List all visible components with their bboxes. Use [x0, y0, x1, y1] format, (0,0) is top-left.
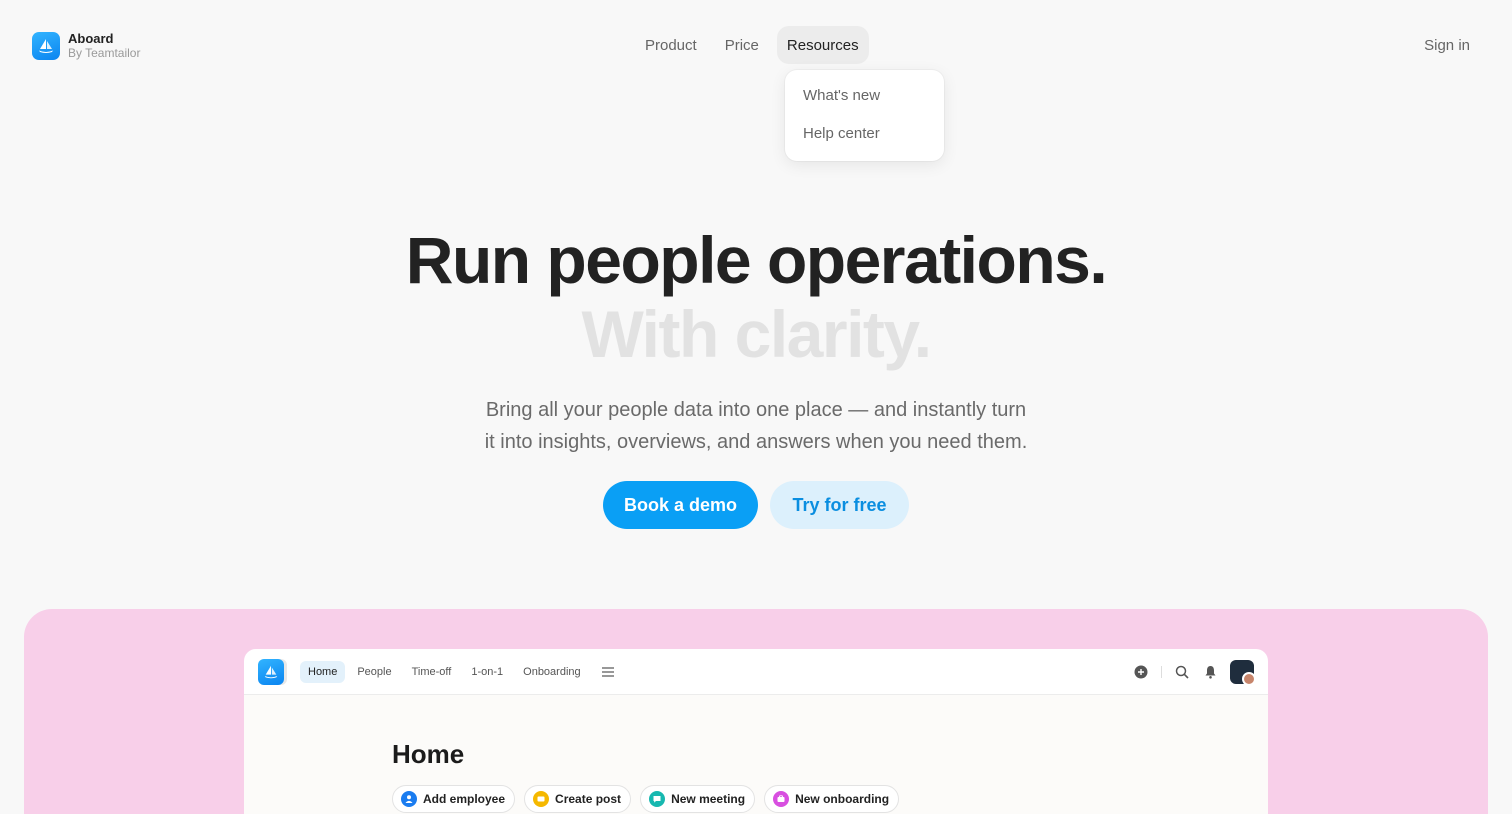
app-logo-icon[interactable]	[258, 658, 284, 685]
hero-subtitle: Bring all your people data into one plac…	[0, 394, 1512, 458]
brand-subtitle: By Teamtailor	[68, 46, 141, 60]
brand-name: Aboard	[68, 31, 114, 46]
hero-cta-group: Book a demo Try for free	[0, 481, 1512, 529]
app-home-content: Home Add employee Create post New meetin…	[244, 695, 1268, 814]
bell-icon[interactable]	[1202, 664, 1218, 680]
app-tab-time-off[interactable]: Time-off	[404, 661, 460, 683]
hero-title-faded: With clarity.	[581, 297, 932, 371]
app-tab-home[interactable]: Home	[300, 660, 346, 683]
sailboat-logo-icon	[32, 32, 60, 60]
sign-in-link[interactable]: Sign in	[1424, 37, 1470, 54]
search-icon[interactable]	[1174, 664, 1190, 680]
add-employee-label: Add employee	[423, 792, 506, 806]
try-free-button[interactable]: Try for free	[770, 481, 909, 529]
new-meeting-button[interactable]: New meeting	[640, 785, 756, 813]
dropdown-item-whats-new[interactable]: What's new	[803, 86, 926, 106]
create-post-label: Create post	[555, 792, 622, 806]
book-demo-button[interactable]: Book a demo	[603, 481, 758, 529]
hero-title: Run people operations.	[405, 223, 1108, 297]
resources-dropdown: What's new Help center	[785, 70, 944, 161]
hero-subtitle-line-2: it into insights, overviews, and answers…	[484, 431, 1028, 453]
post-icon	[533, 791, 550, 807]
app-toolbar	[1133, 660, 1256, 686]
app-topbar: Home People Time-off 1-on-1 Onboarding	[244, 649, 1268, 695]
app-tab-onboarding[interactable]: Onboarding	[515, 661, 589, 683]
person-icon	[401, 791, 417, 807]
menu-icon[interactable]	[597, 661, 619, 683]
main-nav: Product Price Resources	[635, 26, 869, 64]
new-meeting-label: New meeting	[671, 792, 746, 806]
toolbar-divider	[1161, 666, 1162, 678]
new-onboarding-label: New onboarding	[795, 792, 890, 806]
nav-item-product[interactable]: Product	[635, 26, 707, 64]
brand[interactable]: Aboard By Teamtailor	[32, 31, 140, 61]
nav-item-resources[interactable]: Resources	[776, 26, 869, 64]
add-employee-button[interactable]: Add employee	[392, 785, 516, 813]
new-onboarding-button[interactable]: New onboarding	[764, 785, 900, 813]
add-circle-icon[interactable]	[1133, 664, 1149, 680]
landing-page: Aboard By Teamtailor Product Price Resou…	[0, 0, 1512, 814]
app-preview-window: Home People Time-off 1-on-1 Onboarding H…	[244, 649, 1268, 814]
briefcase-icon	[773, 791, 790, 807]
create-post-button[interactable]: Create post	[524, 785, 632, 813]
app-page-title: Home	[392, 739, 465, 769]
dropdown-item-help-center[interactable]: Help center	[803, 124, 926, 144]
product-showcase: Home People Time-off 1-on-1 Onboarding H…	[24, 609, 1488, 814]
quick-actions: Add employee Create post New meeting New…	[392, 785, 1268, 813]
nav-item-price[interactable]: Price	[715, 26, 769, 64]
app-tab-one-on-one[interactable]: 1-on-1	[463, 661, 511, 683]
hero-subtitle-line-1: Bring all your people data into one plac…	[485, 399, 1027, 421]
app-tabs: Home People Time-off 1-on-1 Onboarding	[300, 660, 619, 683]
app-tab-people[interactable]: People	[349, 661, 399, 683]
user-avatar[interactable]	[1230, 660, 1256, 686]
chat-icon	[649, 791, 666, 807]
